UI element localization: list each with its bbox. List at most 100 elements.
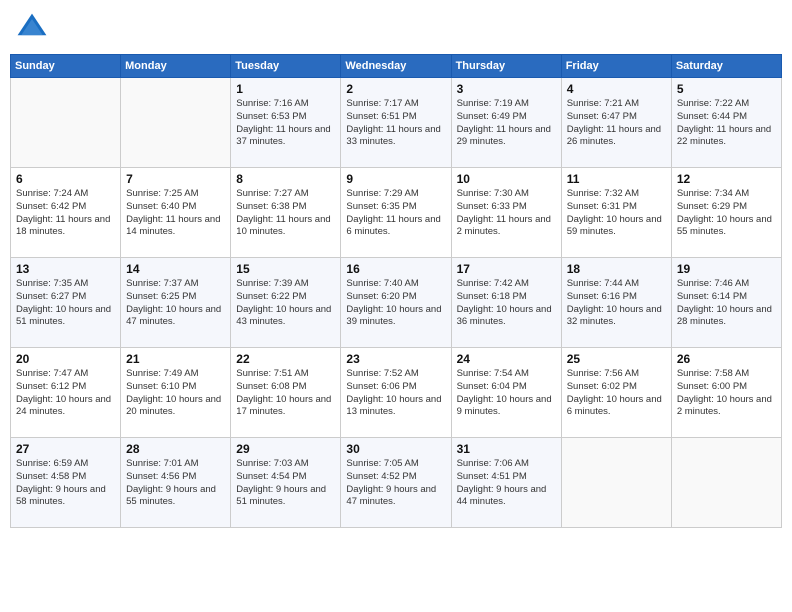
calendar-cell: 4 Sunrise: 7:21 AM Sunset: 6:47 PM Daylig… bbox=[561, 78, 671, 168]
calendar-cell: 20 Sunrise: 7:47 AM Sunset: 6:12 PM Dayli… bbox=[11, 348, 121, 438]
day-content: Sunrise: 7:03 AM Sunset: 4:54 PM Dayligh… bbox=[236, 458, 335, 509]
day-number: 15 bbox=[236, 262, 335, 276]
calendar-cell: 25Sunrise: 7:56 AM Sunset: 6:02 PM Dayli… bbox=[561, 348, 671, 438]
day-content: Sunrise: 7:17 AM Sunset: 6:51 PM Dayligh… bbox=[346, 98, 445, 149]
day-content: Sunrise: 7:21 AM Sunset: 6:47 PM Dayligh… bbox=[567, 98, 666, 149]
day-content: Sunrise: 7:47 AM Sunset: 6:12 PM Dayligh… bbox=[16, 368, 115, 419]
day-number: 2 bbox=[346, 82, 445, 96]
calendar-cell: 14 Sunrise: 7:37 AM Sunset: 6:25 PM Dayli… bbox=[121, 258, 231, 348]
weekday-header-row: SundayMondayTuesdayWednesdayThursdayFrid… bbox=[11, 55, 782, 78]
weekday-header-wednesday: Wednesday bbox=[341, 55, 451, 78]
calendar-cell: 23Sunrise: 7:52 AM Sunset: 6:06 PM Dayli… bbox=[341, 348, 451, 438]
day-content: Sunrise: 7:32 AM Sunset: 6:31 PM Dayligh… bbox=[567, 188, 666, 239]
day-content: Sunrise: 7:29 AM Sunset: 6:35 PM Dayligh… bbox=[346, 188, 445, 239]
calendar-cell: 31 Sunrise: 7:06 AM Sunset: 4:51 PM Dayli… bbox=[451, 438, 561, 528]
calendar-table: SundayMondayTuesdayWednesdayThursdayFrid… bbox=[10, 54, 782, 528]
day-number: 18 bbox=[567, 262, 666, 276]
calendar-cell: 16 Sunrise: 7:40 AM Sunset: 6:20 PM Dayli… bbox=[341, 258, 451, 348]
day-content: Sunrise: 6:59 AM Sunset: 4:58 PM Dayligh… bbox=[16, 458, 115, 509]
week-row-4: 20 Sunrise: 7:47 AM Sunset: 6:12 PM Dayli… bbox=[11, 348, 782, 438]
day-number: 25 bbox=[567, 352, 666, 366]
calendar-cell: 30 Sunrise: 7:05 AM Sunset: 4:52 PM Dayli… bbox=[341, 438, 451, 528]
day-number: 31 bbox=[457, 442, 556, 456]
day-number: 30 bbox=[346, 442, 445, 456]
day-content: Sunrise: 7:37 AM Sunset: 6:25 PM Dayligh… bbox=[126, 278, 225, 329]
day-number: 4 bbox=[567, 82, 666, 96]
calendar-cell: 12 Sunrise: 7:34 AM Sunset: 6:29 PM Dayli… bbox=[671, 168, 781, 258]
day-number: 28 bbox=[126, 442, 225, 456]
day-number: 14 bbox=[126, 262, 225, 276]
calendar-cell: 22 Sunrise: 7:51 AM Sunset: 6:08 PM Dayli… bbox=[231, 348, 341, 438]
day-content: Sunrise: 7:27 AM Sunset: 6:38 PM Dayligh… bbox=[236, 188, 335, 239]
day-content: Sunrise: 7:24 AM Sunset: 6:42 PM Dayligh… bbox=[16, 188, 115, 239]
calendar-cell: 9 Sunrise: 7:29 AM Sunset: 6:35 PM Daylig… bbox=[341, 168, 451, 258]
day-number: 10 bbox=[457, 172, 556, 186]
day-content: Sunrise: 7:34 AM Sunset: 6:29 PM Dayligh… bbox=[677, 188, 776, 239]
weekday-header-thursday: Thursday bbox=[451, 55, 561, 78]
day-number: 26 bbox=[677, 352, 776, 366]
day-number: 16 bbox=[346, 262, 445, 276]
calendar-cell bbox=[561, 438, 671, 528]
calendar-cell bbox=[11, 78, 121, 168]
weekday-header-sunday: Sunday bbox=[11, 55, 121, 78]
day-content: Sunrise: 7:06 AM Sunset: 4:51 PM Dayligh… bbox=[457, 458, 556, 509]
day-content: Sunrise: 7:46 AM Sunset: 6:14 PM Dayligh… bbox=[677, 278, 776, 329]
calendar-cell: 19 Sunrise: 7:46 AM Sunset: 6:14 PM Dayli… bbox=[671, 258, 781, 348]
logo bbox=[14, 10, 54, 46]
week-row-5: 27 Sunrise: 6:59 AM Sunset: 4:58 PM Dayli… bbox=[11, 438, 782, 528]
day-number: 17 bbox=[457, 262, 556, 276]
day-number: 29 bbox=[236, 442, 335, 456]
day-content: Sunrise: 7:35 AM Sunset: 6:27 PM Dayligh… bbox=[16, 278, 115, 329]
day-content: Sunrise: 7:05 AM Sunset: 4:52 PM Dayligh… bbox=[346, 458, 445, 509]
calendar-cell: 3Sunrise: 7:19 AM Sunset: 6:49 PM Daylig… bbox=[451, 78, 561, 168]
day-content: Sunrise: 7:54 AM Sunset: 6:04 PM Dayligh… bbox=[457, 368, 556, 419]
day-content: Sunrise: 7:44 AM Sunset: 6:16 PM Dayligh… bbox=[567, 278, 666, 329]
week-row-2: 6 Sunrise: 7:24 AM Sunset: 6:42 PM Daylig… bbox=[11, 168, 782, 258]
day-number: 7 bbox=[126, 172, 225, 186]
day-content: Sunrise: 7:40 AM Sunset: 6:20 PM Dayligh… bbox=[346, 278, 445, 329]
week-row-3: 13 Sunrise: 7:35 AM Sunset: 6:27 PM Dayli… bbox=[11, 258, 782, 348]
calendar-cell bbox=[671, 438, 781, 528]
calendar-cell: 8 Sunrise: 7:27 AM Sunset: 6:38 PM Daylig… bbox=[231, 168, 341, 258]
calendar-cell: 26Sunrise: 7:58 AM Sunset: 6:00 PM Dayli… bbox=[671, 348, 781, 438]
calendar-cell: 29 Sunrise: 7:03 AM Sunset: 4:54 PM Dayli… bbox=[231, 438, 341, 528]
day-number: 13 bbox=[16, 262, 115, 276]
calendar-cell: 17 Sunrise: 7:42 AM Sunset: 6:18 PM Dayli… bbox=[451, 258, 561, 348]
calendar-cell: 13 Sunrise: 7:35 AM Sunset: 6:27 PM Dayli… bbox=[11, 258, 121, 348]
calendar-cell: 7 Sunrise: 7:25 AM Sunset: 6:40 PM Daylig… bbox=[121, 168, 231, 258]
day-number: 12 bbox=[677, 172, 776, 186]
day-number: 6 bbox=[16, 172, 115, 186]
day-number: 19 bbox=[677, 262, 776, 276]
day-number: 22 bbox=[236, 352, 335, 366]
day-number: 9 bbox=[346, 172, 445, 186]
day-content: Sunrise: 7:51 AM Sunset: 6:08 PM Dayligh… bbox=[236, 368, 335, 419]
calendar-cell: 24 Sunrise: 7:54 AM Sunset: 6:04 PM Dayli… bbox=[451, 348, 561, 438]
calendar-cell: 2 Sunrise: 7:17 AM Sunset: 6:51 PM Daylig… bbox=[341, 78, 451, 168]
calendar-cell: 21Sunrise: 7:49 AM Sunset: 6:10 PM Dayli… bbox=[121, 348, 231, 438]
day-number: 5 bbox=[677, 82, 776, 96]
calendar-cell: 1 Sunrise: 7:16 AM Sunset: 6:53 PM Daylig… bbox=[231, 78, 341, 168]
calendar-cell: 6 Sunrise: 7:24 AM Sunset: 6:42 PM Daylig… bbox=[11, 168, 121, 258]
calendar-cell: 5Sunrise: 7:22 AM Sunset: 6:44 PM Daylig… bbox=[671, 78, 781, 168]
day-number: 20 bbox=[16, 352, 115, 366]
weekday-header-friday: Friday bbox=[561, 55, 671, 78]
day-content: Sunrise: 7:25 AM Sunset: 6:40 PM Dayligh… bbox=[126, 188, 225, 239]
day-number: 27 bbox=[16, 442, 115, 456]
weekday-header-monday: Monday bbox=[121, 55, 231, 78]
calendar-cell: 27 Sunrise: 6:59 AM Sunset: 4:58 PM Dayli… bbox=[11, 438, 121, 528]
day-number: 8 bbox=[236, 172, 335, 186]
day-content: Sunrise: 7:30 AM Sunset: 6:33 PM Dayligh… bbox=[457, 188, 556, 239]
day-number: 11 bbox=[567, 172, 666, 186]
calendar-cell: 18 Sunrise: 7:44 AM Sunset: 6:16 PM Dayli… bbox=[561, 258, 671, 348]
week-row-1: 1 Sunrise: 7:16 AM Sunset: 6:53 PM Daylig… bbox=[11, 78, 782, 168]
day-number: 21 bbox=[126, 352, 225, 366]
day-content: Sunrise: 7:01 AM Sunset: 4:56 PM Dayligh… bbox=[126, 458, 225, 509]
logo-icon bbox=[14, 10, 50, 46]
day-number: 24 bbox=[457, 352, 556, 366]
calendar-cell: 10 Sunrise: 7:30 AM Sunset: 6:33 PM Dayli… bbox=[451, 168, 561, 258]
day-content: Sunrise: 7:42 AM Sunset: 6:18 PM Dayligh… bbox=[457, 278, 556, 329]
weekday-header-tuesday: Tuesday bbox=[231, 55, 341, 78]
day-number: 1 bbox=[236, 82, 335, 96]
day-content: Sunrise: 7:16 AM Sunset: 6:53 PM Dayligh… bbox=[236, 98, 335, 149]
calendar-cell bbox=[121, 78, 231, 168]
